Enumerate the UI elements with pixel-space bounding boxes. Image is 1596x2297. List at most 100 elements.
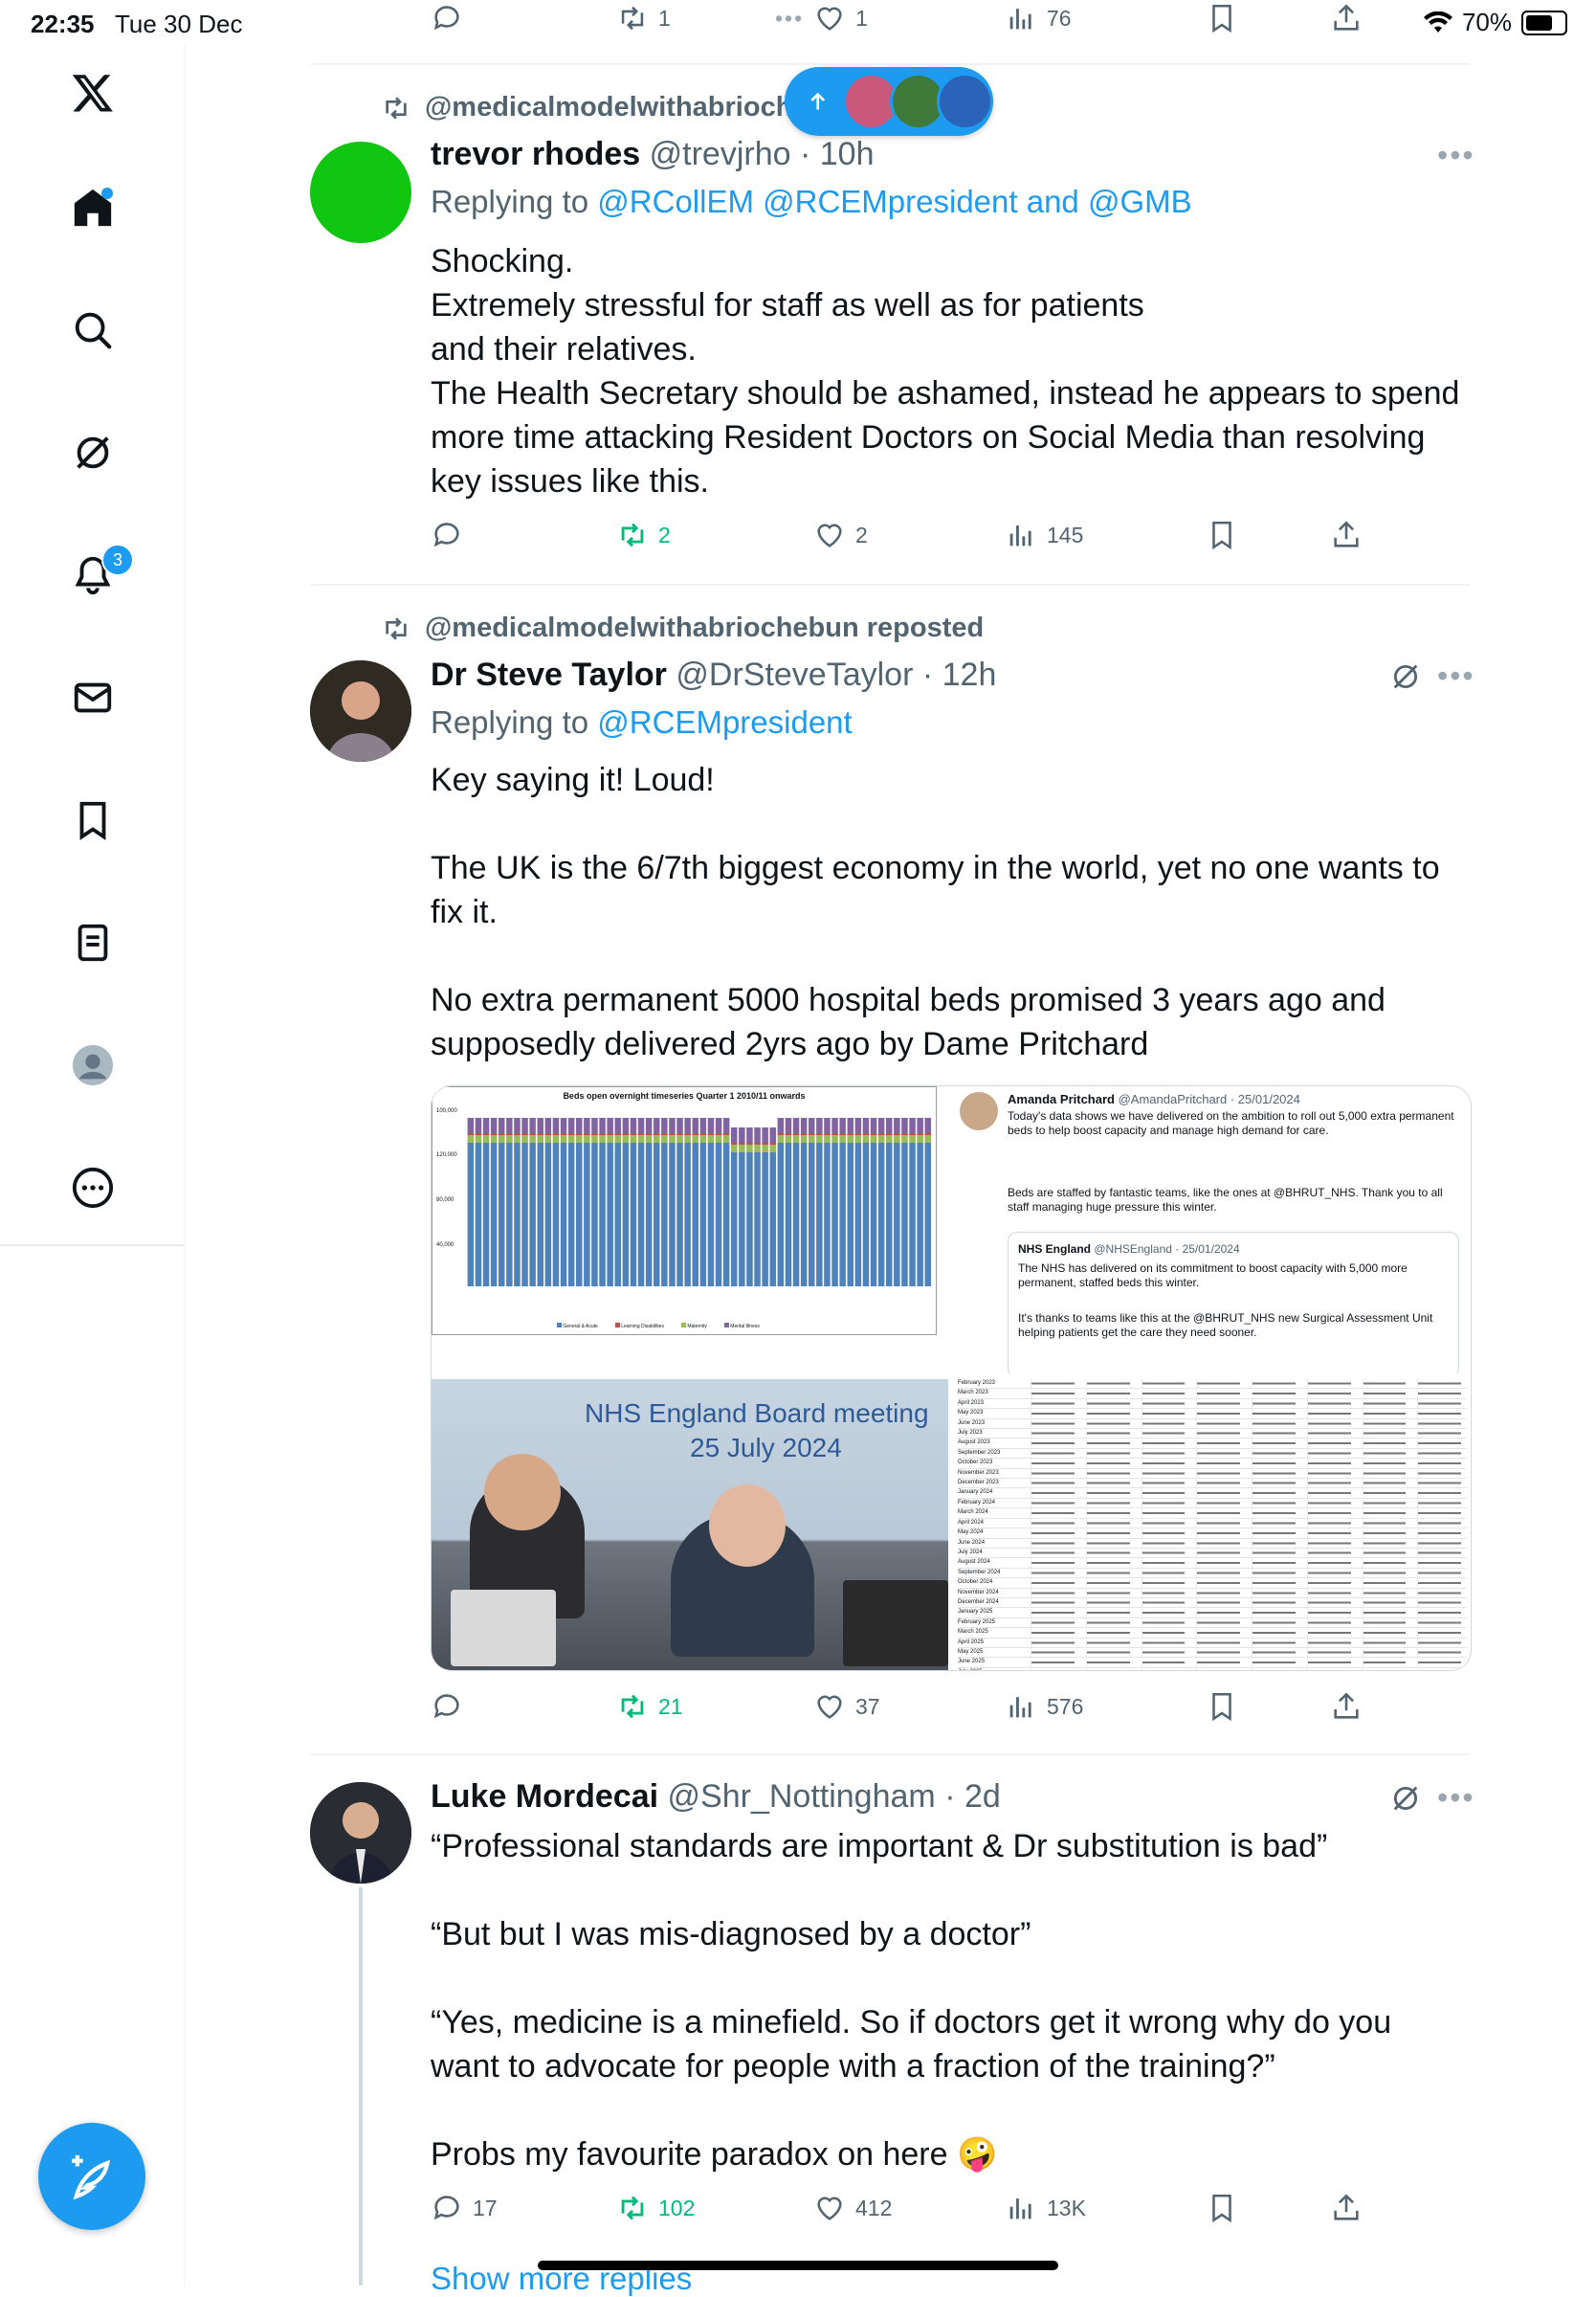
table-row: September 2024 — [958, 1568, 1467, 1579]
tweet-timestamp[interactable]: · 10h — [800, 136, 875, 172]
media-video-still[interactable]: NHS England Board meeting 25 July 2024 — [432, 1379, 948, 1670]
repost-button[interactable]: 1 — [616, 2, 671, 34]
bookmark-button[interactable] — [1206, 2192, 1238, 2224]
author-handle[interactable]: @Shr_Nottingham — [668, 1778, 936, 1815]
tweet-timestamp[interactable]: · 2d — [944, 1778, 1001, 1815]
video-person-head — [709, 1484, 786, 1567]
tweet-more-icon[interactable]: ••• — [1437, 658, 1475, 694]
chart-bar-segment — [777, 1135, 785, 1143]
chart-ytick: 120,000 — [436, 1152, 457, 1158]
video-caption: NHS England Board meeting — [585, 1398, 929, 1428]
chart-bar-segment — [599, 1143, 606, 1286]
x-logo-icon[interactable] — [59, 59, 126, 126]
views-count: 576 — [1047, 1693, 1084, 1719]
bookmark-button[interactable] — [1206, 519, 1238, 551]
chart-bar-segment — [506, 1135, 513, 1143]
like-button[interactable]: ••• 1 — [775, 2, 868, 34]
media-quote-screenshot[interactable]: Amanda Pritchard @AmandaPritchard · 25/0… — [948, 1086, 1471, 1373]
bookmark-button[interactable] — [1206, 2, 1238, 34]
repost-button[interactable]: 102 — [616, 2192, 695, 2224]
tweet-text: Key saying it! Loud! The UK is the 6/7th… — [431, 758, 1464, 1066]
views-button[interactable]: 76 — [1005, 2, 1072, 34]
grok-icon[interactable] — [1389, 1782, 1422, 1815]
grok-icon[interactable] — [1389, 660, 1422, 693]
quote-text: Today's data shows we have delivered on … — [1008, 1109, 1454, 1137]
tweet-more-icon[interactable]: ••• — [1437, 138, 1475, 173]
author-name[interactable]: Dr Steve Taylor — [431, 657, 667, 693]
share-button[interactable] — [1330, 2192, 1363, 2224]
replying-to-handles[interactable]: @RCEMpresident — [597, 704, 852, 740]
bookmark-button[interactable] — [1206, 1690, 1238, 1723]
bookmarks-icon[interactable] — [59, 787, 126, 854]
replying-to-handles[interactable]: @RCollEM @RCEMpresident and @GMB — [597, 184, 1191, 219]
chart-bar-segment — [715, 1118, 722, 1133]
new-posts-pill[interactable] — [785, 67, 993, 136]
tweet-timestamp[interactable]: · 12h — [922, 657, 997, 693]
profile-avatar-icon[interactable] — [59, 1032, 126, 1099]
chart-bar-segment — [614, 1118, 621, 1133]
chart-bar-segment — [567, 1135, 575, 1143]
avatar[interactable] — [310, 1782, 411, 1884]
chart-bar-segment — [769, 1143, 776, 1145]
author-name[interactable]: trevor rhodes — [431, 136, 640, 172]
table-row: July 2023 — [958, 1429, 1467, 1439]
repost-button[interactable]: 2 — [616, 519, 671, 551]
table-row: May 2025 — [958, 1647, 1467, 1659]
share-button[interactable] — [1330, 2, 1363, 34]
chart-bar-segment — [684, 1135, 691, 1143]
author-handle[interactable]: @trevjrho — [650, 136, 791, 172]
like-button[interactable]: 412 — [813, 2192, 892, 2224]
legend-item: General & Acute — [557, 1323, 598, 1329]
reply-button[interactable] — [431, 1690, 463, 1723]
views-button[interactable]: 13K — [1005, 2192, 1086, 2224]
notifications-bell-icon[interactable]: 3 — [59, 542, 134, 609]
chart-bar-segment — [909, 1143, 916, 1286]
status-time: 22:35 — [31, 10, 95, 38]
tweet-line: “But but I was mis-diagnosed by a doctor… — [431, 1916, 1031, 1952]
share-button[interactable] — [1330, 519, 1363, 551]
chart-bar-segment — [809, 1143, 815, 1286]
more-options-icon[interactable] — [59, 1154, 126, 1221]
table-row: April 2025 — [958, 1638, 1467, 1648]
compose-post-button[interactable] — [38, 2123, 145, 2230]
tweet-more-icon[interactable]: ••• — [1437, 1780, 1475, 1816]
repost-indicator[interactable]: @medicalmodelwithabriochebun reposted — [381, 613, 984, 644]
chart-bar-segment — [707, 1118, 715, 1133]
grok-icon[interactable] — [59, 419, 126, 486]
tweet-media-grid[interactable]: Beds open overnight timeseries Quarter 1… — [431, 1085, 1472, 1671]
author-handle[interactable]: @DrSteveTaylor — [676, 657, 913, 693]
search-icon[interactable] — [59, 297, 126, 364]
messages-envelope-icon[interactable] — [59, 664, 126, 731]
views-button[interactable]: 145 — [1005, 519, 1083, 551]
media-chart-image[interactable]: Beds open overnight timeseries Quarter 1… — [432, 1086, 947, 1373]
chart-bar-segment — [630, 1118, 637, 1133]
like-button[interactable]: 2 — [813, 519, 868, 551]
repost-icon — [621, 2196, 644, 2220]
avatar[interactable] — [310, 142, 411, 243]
home-icon[interactable] — [59, 174, 126, 241]
repost-icon — [621, 1694, 644, 1719]
tweet-actions: 2 2 145 — [431, 519, 1387, 557]
table-row: May 2023 — [958, 1409, 1467, 1419]
chart-bar-segment — [746, 1152, 753, 1286]
lists-icon[interactable] — [59, 909, 126, 976]
repost-button[interactable]: 21 — [616, 1690, 683, 1723]
chart-bar-segment — [754, 1143, 761, 1145]
media-data-table[interactable]: February 2023 March 2023 April 2023 May 202… — [954, 1379, 1471, 1670]
reply-button[interactable] — [431, 519, 463, 551]
chart-bar-segment — [847, 1133, 853, 1135]
like-button[interactable]: 37 — [813, 1690, 880, 1723]
views-button[interactable]: 576 — [1005, 1690, 1083, 1723]
chart-bar-segment — [637, 1133, 645, 1135]
heart-icon — [817, 7, 842, 31]
share-button[interactable] — [1330, 1690, 1363, 1723]
avatar[interactable] — [310, 660, 411, 762]
chart-bar-segment — [824, 1143, 831, 1286]
reply-button[interactable]: 17 — [431, 2192, 498, 2224]
tweet-blank-line — [431, 1956, 1464, 2000]
author-name[interactable]: Luke Mordecai — [431, 1778, 658, 1815]
chart-bar-segment — [467, 1133, 475, 1135]
reply-button[interactable] — [431, 2, 463, 34]
chart-bar-segment — [909, 1133, 916, 1135]
chart-bar-segment — [722, 1118, 730, 1133]
